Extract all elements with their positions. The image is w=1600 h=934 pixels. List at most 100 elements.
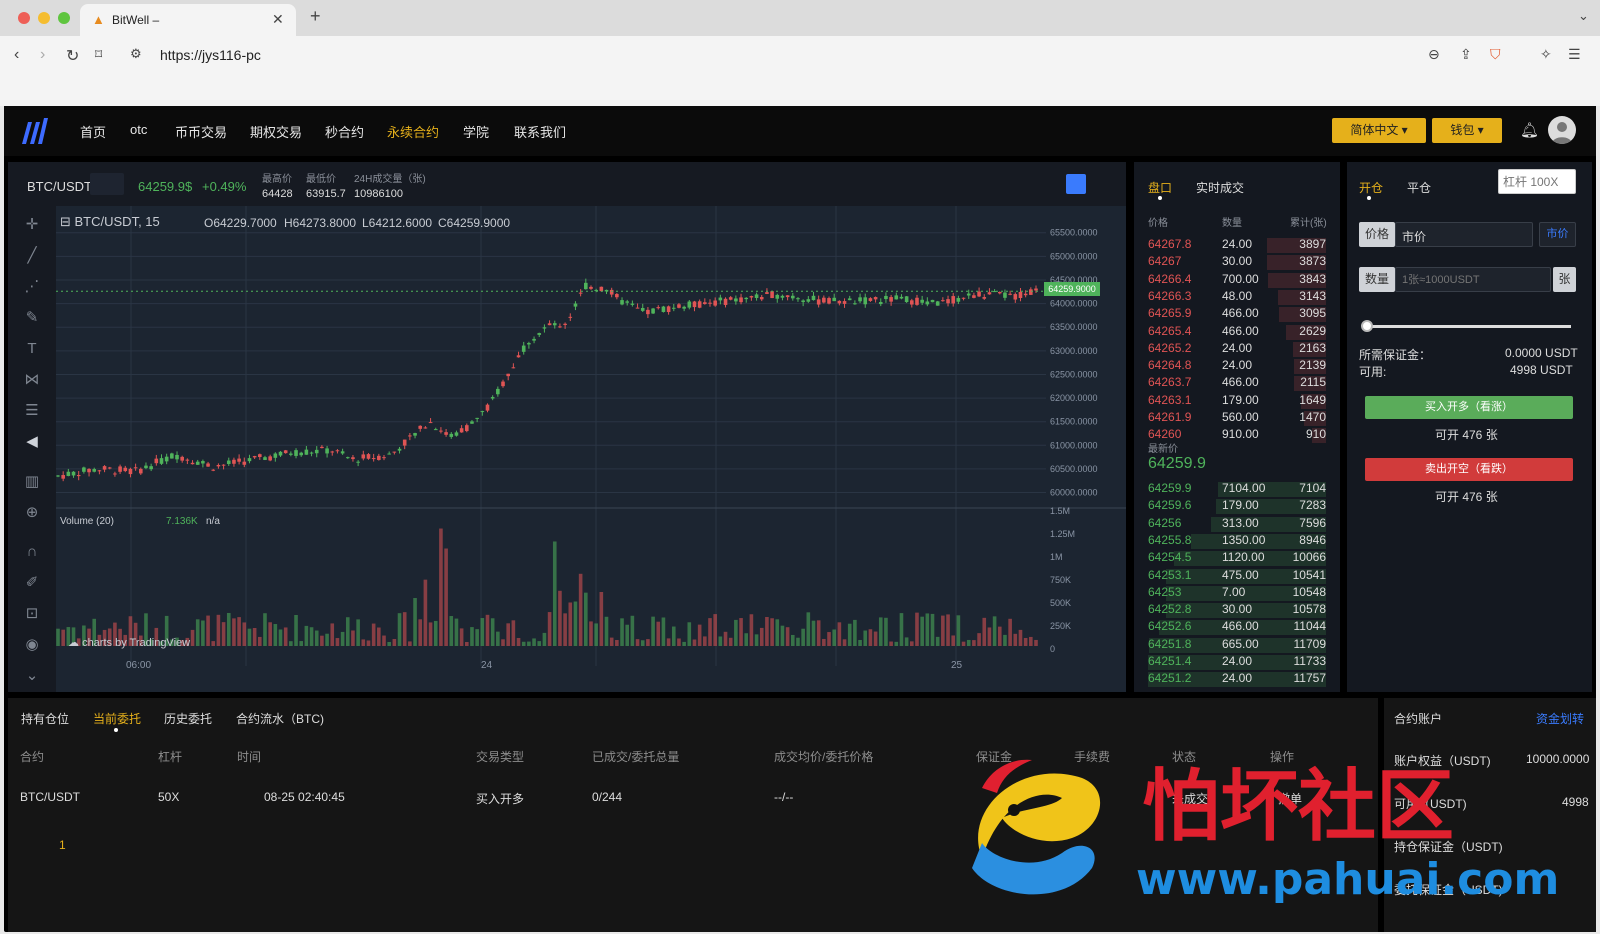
- orderbook-row[interactable]: 64254.5 1120.00 10066: [1148, 550, 1326, 567]
- orderbook-row[interactable]: 64251.2 24.00 11757: [1148, 671, 1326, 688]
- reload-icon[interactable]: ↻: [66, 46, 79, 66]
- pagination-page[interactable]: 1: [59, 838, 66, 852]
- stay-drawing-icon[interactable]: ✐: [22, 573, 42, 593]
- orderbook-row[interactable]: 64267 30.00 3873: [1148, 254, 1326, 271]
- share-icon[interactable]: ⇪: [1460, 46, 1472, 63]
- nav-home[interactable]: 首页: [80, 122, 106, 141]
- orderbook-row[interactable]: 64267.8 24.00 3897: [1148, 237, 1326, 254]
- leverage-slider-track[interactable]: [1365, 325, 1571, 328]
- wallet-button[interactable]: 钱包 ▾: [1432, 118, 1502, 143]
- url-field[interactable]: https://jys116-pc: [160, 47, 261, 63]
- sell-short-button[interactable]: 卖出开空（看跌）: [1365, 458, 1573, 481]
- volume-bar: [428, 622, 433, 646]
- tab-order-history[interactable]: 历史委托: [164, 710, 212, 727]
- orderbook-row[interactable]: 64265.9 466.00 3095: [1148, 306, 1326, 323]
- extensions-icon[interactable]: ✧: [1540, 46, 1552, 63]
- orderbook-row[interactable]: 64251.8 665.00 11709: [1148, 637, 1326, 654]
- pair-selector[interactable]: [90, 173, 124, 195]
- nav-second-contract[interactable]: 秒合约: [325, 122, 364, 141]
- nav-spot[interactable]: 币币交易: [175, 122, 227, 141]
- trend-line-icon[interactable]: ╱: [22, 246, 42, 266]
- orderbook-row[interactable]: 64253 7.00 10548: [1148, 585, 1326, 602]
- orderbook-row[interactable]: 64263.7 466.00 2115: [1148, 375, 1326, 392]
- text-tool-icon[interactable]: T: [22, 339, 42, 359]
- bitwell-logo[interactable]: [20, 118, 50, 144]
- orderbook-row[interactable]: 64253.1 475.00 10541: [1148, 568, 1326, 585]
- orderbook-row[interactable]: 64251.4 24.00 11733: [1148, 654, 1326, 671]
- arrow-icon[interactable]: ◀: [22, 432, 42, 452]
- candle-body: [1018, 291, 1023, 299]
- fullscreen-button[interactable]: [1066, 174, 1086, 194]
- candle-body: [666, 306, 671, 313]
- back-icon[interactable]: ‹: [14, 46, 19, 64]
- slider-handle[interactable]: [1361, 320, 1373, 332]
- transfer-link[interactable]: 资金划转: [1536, 710, 1584, 727]
- bell-icon[interactable]: 🔔︎: [1520, 121, 1539, 139]
- orderbook-row[interactable]: 64265.2 24.00 2163: [1148, 341, 1326, 358]
- price-tick-label: 65500.0000: [1050, 228, 1098, 238]
- nav-perpetual[interactable]: 永续合约: [387, 122, 439, 141]
- tab-list-chevron-icon[interactable]: ⌄: [1578, 8, 1589, 24]
- shield-icon[interactable]: ⛉: [1490, 46, 1501, 63]
- menu-icon[interactable]: ☰: [1568, 46, 1581, 63]
- orderbook-row[interactable]: 64259.9 7104.00 7104: [1148, 481, 1326, 498]
- orderbook-row[interactable]: 64261.9 560.00 1470: [1148, 410, 1326, 427]
- tab-current-orders[interactable]: 当前委托: [93, 710, 141, 727]
- tab-trades[interactable]: 实时成交: [1196, 179, 1244, 196]
- zoom-in-icon[interactable]: ⊕: [22, 503, 42, 523]
- tab-orderbook[interactable]: 盘口: [1148, 179, 1172, 196]
- ruler-icon[interactable]: ▥: [22, 472, 42, 492]
- nav-options[interactable]: 期权交易: [250, 122, 302, 141]
- zoom-out-icon[interactable]: ⊖: [1428, 46, 1440, 63]
- crosshair-icon[interactable]: ✛: [22, 215, 42, 235]
- lock-icon[interactable]: ⊡: [22, 604, 42, 624]
- new-tab-icon[interactable]: +: [310, 6, 321, 27]
- orderbook-row[interactable]: 64255.8 1350.00 8946: [1148, 533, 1326, 550]
- orderbook-row[interactable]: 64266.4 700.00 3843: [1148, 272, 1326, 289]
- price-chart[interactable]: 65500.0000 65000.0000 64500.0000 64000.0000…: [56, 206, 1126, 692]
- maximize-window-icon[interactable]: [58, 12, 70, 24]
- qty-input[interactable]: [1395, 267, 1551, 292]
- bookmark-icon[interactable]: ⌑: [95, 46, 102, 63]
- tab-close[interactable]: 平仓: [1407, 179, 1431, 196]
- close-window-icon[interactable]: [18, 12, 30, 24]
- orderbook-row[interactable]: 64263.1 179.00 1649: [1148, 393, 1326, 410]
- orderbook-row[interactable]: 64252.8 30.00 10578: [1148, 602, 1326, 619]
- avatar[interactable]: [1548, 116, 1576, 144]
- tab-open[interactable]: 开仓: [1359, 179, 1383, 196]
- eye-icon[interactable]: ◉: [22, 635, 42, 655]
- candle-body: [739, 297, 743, 303]
- tab-positions[interactable]: 持有仓位: [21, 710, 69, 727]
- language-button[interactable]: 简体中文 ▾: [1332, 118, 1426, 143]
- brush-icon[interactable]: ✎: [22, 308, 42, 328]
- orderbook-row[interactable]: 64252.6 466.00 11044: [1148, 619, 1326, 636]
- magnet-icon[interactable]: ∩: [22, 542, 42, 562]
- forward-icon[interactable]: ›: [40, 46, 45, 64]
- close-tab-icon[interactable]: ✕: [272, 11, 284, 28]
- orderbook-row[interactable]: 64259.6 179.00 7283: [1148, 498, 1326, 515]
- browser-toolbar: ‹ › ↻ ⌑ ⚙ https://jys116-pc ⊖ ⇪ ⛉ ✧ ☰: [0, 36, 1600, 106]
- nav-otc[interactable]: otc: [130, 122, 147, 137]
- orderbook-row[interactable]: 64256 313.00 7596: [1148, 516, 1326, 533]
- leverage-input[interactable]: [1498, 169, 1576, 194]
- market-price-button[interactable]: 市价: [1539, 222, 1576, 247]
- site-settings-icon[interactable]: ⚙: [130, 46, 142, 62]
- candle-body: [61, 475, 65, 479]
- chevron-down-icon[interactable]: ⌄: [22, 666, 42, 686]
- candle-body: [977, 291, 981, 297]
- nav-academy[interactable]: 学院: [463, 122, 489, 141]
- fib-icon[interactable]: ⋰: [22, 277, 42, 297]
- tab-contract-ledger[interactable]: 合约流水（BTC): [236, 710, 324, 727]
- price-input[interactable]: 市价: [1395, 222, 1533, 247]
- browser-tab[interactable]: ▲ BitWell – ✕: [80, 4, 296, 36]
- buy-long-button[interactable]: 买入开多（看涨）: [1365, 396, 1573, 419]
- orderbook-row[interactable]: 64264.8 24.00 2139: [1148, 358, 1326, 375]
- minimize-window-icon[interactable]: [38, 12, 50, 24]
- time-tick-label: 06:00: [126, 660, 151, 671]
- nav-contact[interactable]: 联系我们: [514, 122, 566, 141]
- measure-icon[interactable]: ☰: [22, 401, 42, 421]
- candle-body: [102, 466, 107, 470]
- pattern-icon[interactable]: ⋈: [22, 370, 42, 390]
- orderbook-row[interactable]: 64266.3 48.00 3143: [1148, 289, 1326, 306]
- orderbook-row[interactable]: 64265.4 466.00 2629: [1148, 324, 1326, 341]
